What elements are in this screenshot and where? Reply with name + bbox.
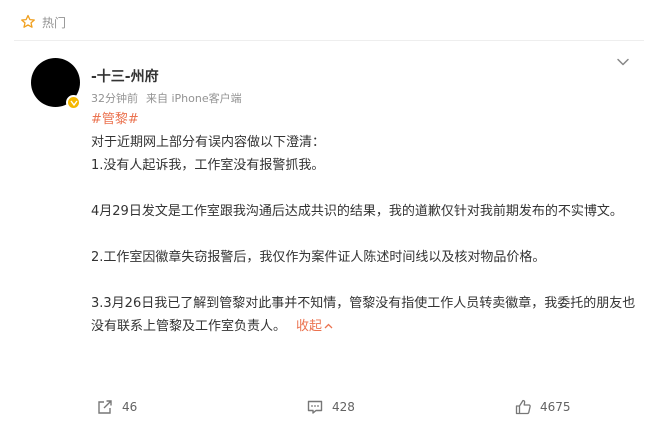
collapse-label: 收起 xyxy=(296,319,323,334)
post-paragraph: 对于近期网上部分有误内容做以下澄清： xyxy=(91,135,326,150)
action-bar: 46 428 4675 xyxy=(0,395,658,419)
post-paragraph: 4月29日发文是工作室跟我沟通后达成共识的结果，我的道歉仅针对我前期发布的不实博… xyxy=(91,204,623,219)
header-divider xyxy=(14,40,644,41)
like-button[interactable]: 4675 xyxy=(514,395,571,419)
weibo-post-card: 热门 -十三-州府 32分钟前 来自 iPhone客户端 #管黎# 对于近期网上… xyxy=(0,0,658,435)
post-paragraph: 1.没有人起诉我，工作室没有报警抓我。 xyxy=(91,158,325,173)
chevron-down-icon[interactable] xyxy=(616,55,630,69)
hot-header: 热门 xyxy=(20,10,66,34)
post-time[interactable]: 32分钟前 xyxy=(91,90,138,106)
comment-button[interactable]: 428 xyxy=(306,395,355,419)
like-count: 4675 xyxy=(540,400,571,414)
author-name[interactable]: -十三-州府 xyxy=(91,66,159,86)
hot-label: 热门 xyxy=(42,15,67,30)
repost-button[interactable]: 46 xyxy=(96,395,137,419)
hashtag-link[interactable]: #管黎# xyxy=(91,112,139,127)
verified-badge-icon xyxy=(66,95,81,110)
comment-icon xyxy=(307,400,323,414)
collapse-button[interactable]: 收起 xyxy=(296,319,333,334)
post-paragraph: 2.工作室因徽章失窃报警后，我仅作为案件证人陈述时间线以及核对物品价格。 xyxy=(91,250,546,265)
thumbs-up-icon xyxy=(515,399,531,415)
post-paragraph-last: 3.3月26日我已了解到管黎对此事并不知情，管黎没有指使工作人员转卖徽章，我委托… xyxy=(91,292,636,338)
star-icon xyxy=(21,14,35,28)
share-icon xyxy=(98,400,112,414)
post-paragraph-text: 3.3月26日我已了解到管黎对此事并不知情，管黎没有指使工作人员转卖徽章，我委托… xyxy=(91,296,636,334)
repost-count: 46 xyxy=(122,400,138,414)
comment-count: 428 xyxy=(332,400,355,414)
post-meta: 32分钟前 来自 iPhone客户端 xyxy=(91,90,242,106)
post-source: 来自 iPhone客户端 xyxy=(146,92,242,105)
post-content: #管黎# 对于近期网上部分有误内容做以下澄清： 1.没有人起诉我，工作室没有报警… xyxy=(91,108,636,338)
chevron-up-icon xyxy=(324,323,333,329)
